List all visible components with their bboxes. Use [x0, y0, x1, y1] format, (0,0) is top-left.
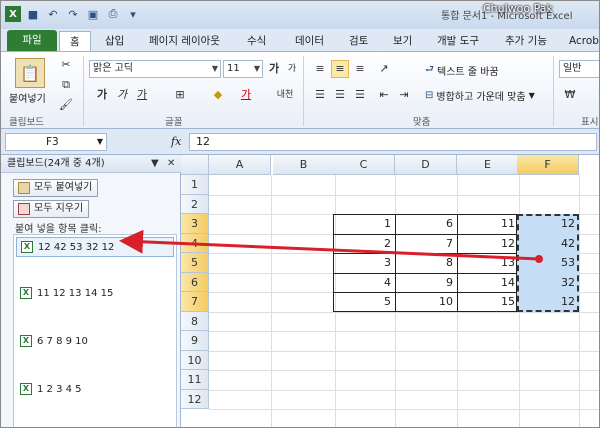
arrow-line — [119, 229, 540, 261]
annotation-arrow — [119, 229, 543, 263]
arrow-origin-dot — [535, 255, 543, 263]
excel-window: X ■ ↶ ↷ ▣ ⎙ ▾ 통합 문서1 - Microsoft Excel C… — [0, 0, 600, 428]
